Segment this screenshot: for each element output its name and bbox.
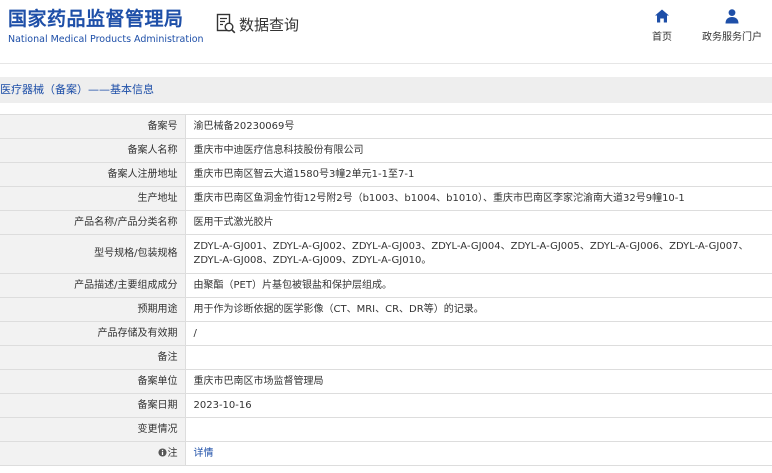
table-row: 备案单位 重庆市巴南区市场监督管理局 [0, 369, 772, 394]
table-row: 备案号 渝巴械备20230069号 [0, 114, 772, 139]
field-value: 渝巴械备20230069号 [185, 114, 772, 139]
search-document-icon [216, 13, 236, 34]
breadcrumb-current: 基本信息 [110, 83, 154, 96]
field-label: 备案人名称 [0, 138, 186, 163]
data-query-title: 数据查询 [216, 12, 299, 36]
breadcrumb-separator: —— [88, 83, 110, 96]
table-row: 备案人注册地址 重庆市巴南区智云大道1580号3幢2单元1-1至7-1 [0, 162, 772, 187]
home-icon [655, 9, 669, 23]
nav-portal-label: 政务服务门户 [702, 32, 762, 43]
field-label: 备案单位 [0, 369, 186, 394]
field-value: 由聚酯（PET）片基包被银盐和保护层组成。 [185, 273, 772, 298]
field-value: / [185, 321, 772, 346]
field-label: 预期用途 [0, 297, 186, 322]
field-label: 产品存储及有效期 [0, 321, 186, 346]
breadcrumb: 医疗器械（备案）——基本信息 [0, 77, 772, 103]
field-label: 注 [167, 447, 178, 459]
field-value: 重庆市巴南区鱼洞金竹街12号附2号（b1003、b1004、b1010）、重庆市… [185, 186, 772, 211]
field-label: 备案日期 [0, 393, 186, 418]
table-row: 生产地址 重庆市巴南区鱼洞金竹街12号附2号（b1003、b1004、b1010… [0, 186, 772, 211]
table-row: 备注 [0, 345, 772, 370]
field-value: 重庆市中迪医疗信息科技股份有限公司 [185, 138, 772, 163]
details-link[interactable]: 详情 [194, 448, 214, 459]
breadcrumb-category[interactable]: 医疗器械（备案） [0, 83, 88, 96]
table-row: 产品描述/主要组成成分 由聚酯（PET）片基包被银盐和保护层组成。 [0, 273, 772, 298]
table-row: 变更情况 [0, 417, 772, 442]
site-logo[interactable]: 国家药品监督管理局 National Medical Products Admi… [8, 8, 204, 47]
table-row: 产品存储及有效期 / [0, 321, 772, 346]
nav-home-label: 首页 [652, 32, 672, 43]
field-value: 用于作为诊断依据的医学影像（CT、MRI、CR、DR等）的记录。 [185, 297, 772, 322]
record-detail-table: 备案号 渝巴械备20230069号 备案人名称 重庆市中迪医疗信息科技股份有限公… [0, 114, 772, 466]
table-row: 备案人名称 重庆市中迪医疗信息科技股份有限公司 [0, 138, 772, 163]
field-label: 备案人注册地址 [0, 162, 186, 187]
table-row: 注 详情 [0, 441, 772, 466]
field-label: 型号规格/包装规格 [0, 234, 186, 274]
field-value [185, 345, 772, 370]
logo-english-name: National Medical Products Administration [8, 34, 204, 45]
field-value: 2023-10-16 [185, 393, 772, 418]
note-label-cell: 注 [0, 441, 186, 466]
field-value: 医用干式激光胶片 [185, 210, 772, 235]
field-value: ZDYL-A-GJ001、ZDYL-A-GJ002、ZDYL-A-GJ003、Z… [185, 234, 772, 274]
table-row: 备案日期 2023-10-16 [0, 393, 772, 418]
field-value: 重庆市巴南区智云大道1580号3幢2单元1-1至7-1 [185, 162, 772, 187]
field-value-cell: 详情 [185, 441, 772, 466]
field-label: 变更情况 [0, 417, 186, 442]
field-value [185, 417, 772, 442]
field-label: 备注 [0, 345, 186, 370]
data-query-label: 数据查询 [239, 15, 300, 34]
nav-home-button[interactable]: 首页 [648, 8, 676, 43]
info-icon [157, 447, 167, 457]
logo-chinese-name: 国家药品监督管理局 [8, 8, 184, 30]
user-icon [725, 9, 739, 24]
table-row: 产品名称/产品分类名称 医用干式激光胶片 [0, 210, 772, 235]
field-label: 产品描述/主要组成成分 [0, 273, 186, 298]
table-row: 预期用途 用于作为诊断依据的医学影像（CT、MRI、CR、DR等）的记录。 [0, 297, 772, 322]
site-header: 国家药品监督管理局 National Medical Products Admi… [0, 0, 772, 64]
nav-portal-button[interactable]: 政务服务门户 [700, 8, 764, 43]
field-label: 备案号 [0, 114, 186, 139]
field-value: 重庆市巴南区市场监督管理局 [185, 369, 772, 394]
table-row: 型号规格/包装规格 ZDYL-A-GJ001、ZDYL-A-GJ002、ZDYL… [0, 234, 772, 274]
field-label: 生产地址 [0, 186, 186, 211]
field-label: 产品名称/产品分类名称 [0, 210, 186, 235]
